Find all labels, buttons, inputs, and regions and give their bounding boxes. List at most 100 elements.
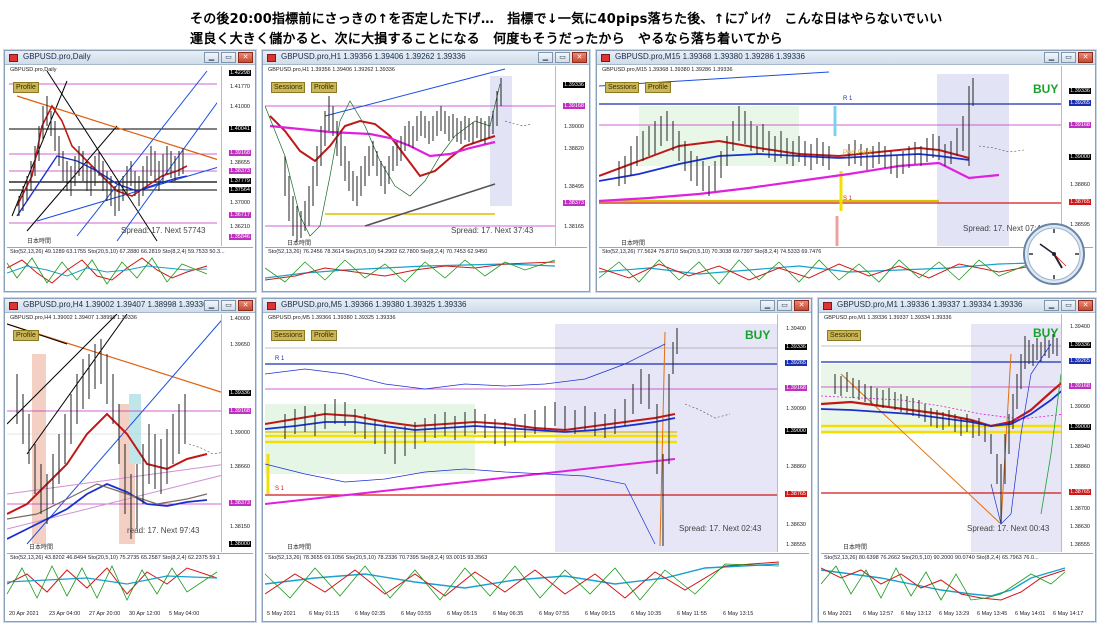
chart-window-h4[interactable]: GBPUSD.pro,H4 1.39002 1.39407 1.38998 1.… [4,298,256,622]
minimize-button[interactable]: ▁ [204,52,219,63]
price-tick: 1.38765 [1069,489,1091,495]
window-titlebar[interactable]: GBPUSD.pro,Daily ▁ ▭ ✕ [5,51,255,65]
price-tick: 1.39000 [1069,424,1091,430]
sessions-tag[interactable]: Sessions [605,82,640,93]
spread-readout: Spread: 17. Next 57743 [121,226,206,235]
price-plot[interactable]: GBPUSD.pro,H1 1.39356 1.39406 1.39262 1.… [265,66,587,246]
price-tick: 1.38820 [564,146,584,152]
stochastic-subwindow[interactable]: Sto(52,13,26) 49.1289 63.1755 Sto(20,5,1… [7,247,253,291]
price-tick: 1.38655 [230,160,250,166]
profile-tag[interactable]: Profile [13,330,39,341]
price-tick: 1.38700 [1070,506,1090,512]
minimize-button[interactable]: ▁ [760,300,775,311]
price-tick: 1.38000 [229,541,251,547]
price-tick: 1.39265 [785,360,807,366]
stochastic-svg [821,565,1066,601]
chart-window-m1[interactable]: GBPUSD.pro,M1 1.39336 1.39337 1.39334 1.… [818,298,1096,622]
time-tick: 5 May 04:00 [169,611,200,617]
time-tick: 5 May 2021 [267,611,296,617]
time-tick: 6 May 13:12 [901,611,932,617]
window-titlebar[interactable]: GBPUSD.pro,M15 1.39368 1.39380 1.39286 1… [597,51,1095,65]
price-tick: 1.39265 [1069,100,1091,106]
clock-widget [1023,223,1085,285]
pivot-r1-label: R 1 [843,96,853,102]
price-tick: 1.37000 [230,200,250,206]
pivot-r1-label: R 1 [275,356,285,362]
stochastic-subwindow[interactable]: Sto(52,13,26) 77.5624 75.8710 Sto(20,5,1… [599,247,1093,291]
minimize-button[interactable]: ▁ [1044,52,1059,63]
price-tick: 1.39336 [563,82,585,88]
price-tick: 1.39336 [1069,88,1091,94]
price-tick: 1.39168 [785,385,807,391]
maximize-button[interactable]: ▭ [221,300,236,311]
window-titlebar[interactable]: GBPUSD.pro,H1 1.39356 1.39406 1.39262 1.… [263,51,589,65]
window-title: GBPUSD.pro,H4 1.39002 1.39407 1.38998 1.… [23,300,208,309]
window-titlebar[interactable]: GBPUSD.pro,M5 1.39366 1.39380 1.39325 1.… [263,299,811,313]
maximize-button[interactable]: ▭ [555,52,570,63]
chart-window-m5[interactable]: GBPUSD.pro,M5 1.39366 1.39380 1.39325 1.… [262,298,812,622]
chart-app-icon [9,54,18,62]
profile-tag[interactable]: Profile [311,330,337,341]
profile-tag[interactable]: Profile [13,82,39,93]
minimize-button[interactable]: ▁ [1044,300,1059,311]
maximize-button[interactable]: ▭ [777,300,792,311]
time-tick: 6 May 03:55 [401,611,432,617]
stochastic-subwindow[interactable]: Sto(52,13,26) 76.2456 78.3614 Sto(20,5,1… [265,247,587,291]
profile-tag[interactable]: Profile [645,82,671,93]
maximize-button[interactable]: ▭ [1061,300,1076,311]
minimize-button[interactable]: ▁ [204,300,219,311]
price-plot[interactable]: GBPUSD.pro,H4 1.39002 1.39407 1.38998 1.… [7,314,253,552]
price-tick: 1.39090 [786,406,806,412]
window-titlebar[interactable]: GBPUSD.pro,H4 1.39002 1.39407 1.38998 1.… [5,299,255,313]
minimize-button[interactable]: ▁ [538,52,553,63]
close-button[interactable]: ✕ [572,52,587,63]
chart-app-icon [601,54,610,62]
price-tick: 1.40000 [230,316,250,322]
window-title: GBPUSD.pro,M1 1.39336 1.39337 1.39334 1.… [837,300,1023,309]
price-tick: 1.38373 [563,200,585,206]
chart-window-h1[interactable]: GBPUSD.pro,H1 1.39356 1.39406 1.39262 1.… [262,50,590,292]
stochastic-label: Sto(52,13,26) 49.1289 63.1755 Sto(20,5,1… [10,249,225,255]
stochastic-subwindow[interactable]: Sto(52,13,26) 80.6398 76.2662 Sto(20,5,1… [821,553,1093,609]
chart-symbol-label: GBPUSD.pro,H4 1.39002 1.39407 1.38998 1.… [10,315,137,321]
close-button[interactable]: ✕ [238,300,253,311]
price-plot[interactable]: GBPUSD.pro,M15 1.39368 1.39380 1.39286 1… [599,66,1093,246]
price-axis: 1.39400 1.39336 1.39265 1.39168 1.39090 … [777,314,807,552]
chart-symbol-label: GBPUSD.pro,Daily [10,67,57,73]
price-plot[interactable]: GBPUSD.pro,M1 1.39336 1.39337 1.39334 1.… [821,314,1093,552]
price-tick: 1.38373 [229,168,251,174]
stochastic-subwindow[interactable]: Sto(52,13,26) 78.3655 69.1056 Sto(20,5,1… [265,553,809,609]
maximize-button[interactable]: ▭ [221,52,236,63]
session-label: 日本時間 [843,545,868,551]
chart-window-daily[interactable]: GBPUSD.pro,Daily ▁ ▭ ✕ GBPUSD.pro,Daily … [4,50,256,292]
sessions-tag[interactable]: Sessions [827,330,862,341]
annotation-line-1: その後20:00指標前にさっきの↑を否定した下げ… 指標で↓一気に40pips落… [190,12,943,27]
sessions-tag[interactable]: Sessions [271,330,306,341]
header-annotation: その後20:00指標前にさっきの↑を否定した下げ… 指標で↓一気に40pips落… [0,4,1100,47]
price-tick: 1.37564 [229,187,251,193]
chart-window-m15[interactable]: GBPUSD.pro,M15 1.39368 1.39380 1.39286 1… [596,50,1096,292]
stochastic-label: Sto(52,13,26) 77.5624 75.8710 Sto(20,5,1… [602,249,822,255]
pivot-point-label: Pivot Point [843,150,872,156]
close-button[interactable]: ✕ [1078,300,1093,311]
close-button[interactable]: ✕ [794,300,809,311]
price-plot[interactable]: GBPUSD.pro,M5 1.39366 1.39380 1.39325 1.… [265,314,809,552]
stochastic-subwindow[interactable]: Sto(52,13,26) 43.8202 46.8494 Sto(20,5,1… [7,553,253,609]
price-tick: 1.38940 [1070,444,1090,450]
pivot-s1-label: S 1 [843,196,853,202]
time-tick: 6 May 14:01 [1015,611,1046,617]
spread-readout: Spread: 17. Next 00:43 [967,524,1050,533]
price-plot[interactable]: GBPUSD.pro,Daily Profile Spread: 17. Nex… [7,66,253,246]
price-tick: 1.39650 [230,342,250,348]
time-tick: 6 May 10:35 [631,611,662,617]
time-tick: 6 May 02:35 [355,611,386,617]
time-tick: 6 May 12:57 [863,611,894,617]
window-titlebar[interactable]: GBPUSD.pro,M1 1.39336 1.39337 1.39334 1.… [819,299,1095,313]
sessions-tag[interactable]: Sessions [271,82,306,93]
close-button[interactable]: ✕ [238,52,253,63]
close-button[interactable]: ✕ [1078,52,1093,63]
profile-tag[interactable]: Profile [311,82,337,93]
maximize-button[interactable]: ▭ [1061,52,1076,63]
price-tick: 1.41000 [230,104,250,110]
time-tick: 6 May 05:15 [447,611,478,617]
